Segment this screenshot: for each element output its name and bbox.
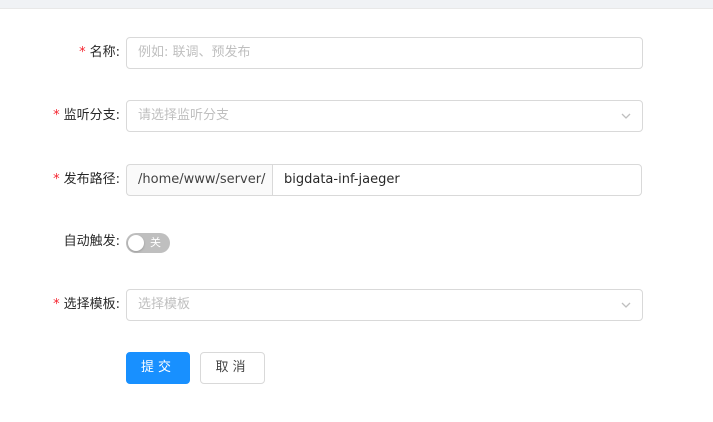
template-select-placeholder: 选择模板	[138, 297, 191, 312]
cancel-button[interactable]: 取消	[200, 352, 265, 384]
deploy-path-input[interactable]: bigdata-inf-jaeger	[272, 164, 642, 196]
required-mark: *	[53, 297, 60, 312]
branch-label: * 监听分支:	[0, 100, 120, 132]
required-mark: *	[53, 108, 60, 123]
template-select[interactable]: 选择模板	[126, 289, 643, 321]
deploy-path-label-text: 发布路径:	[63, 172, 120, 187]
switch-knob	[128, 235, 144, 251]
branch-select-placeholder: 请选择监听分支	[138, 108, 230, 123]
name-label-text: 名称:	[89, 45, 120, 60]
auto-trigger-switch[interactable]: 关	[126, 233, 170, 253]
deploy-path-prefix: /home/www/server/	[126, 164, 272, 196]
top-header-strip	[0, 0, 713, 9]
chevron-down-icon	[621, 302, 631, 308]
deploy-path-label: * 发布路径:	[0, 164, 120, 196]
required-mark: *	[79, 45, 86, 60]
branch-label-text: 监听分支:	[63, 108, 120, 123]
name-label: * 名称:	[0, 37, 120, 69]
form-row-template: * 选择模板: 选择模板	[0, 289, 713, 321]
name-input[interactable]: 例如: 联调、预发布	[126, 37, 643, 69]
switch-state-text: 关	[150, 236, 161, 249]
template-label: * 选择模板:	[0, 289, 120, 321]
auto-trigger-label: 自动触发:	[63, 234, 120, 249]
form-row-name: * 名称: 例如: 联调、预发布	[0, 37, 713, 69]
form-row-auto-trigger: 自动触发: 关	[0, 226, 713, 258]
submit-button[interactable]: 提交	[126, 352, 190, 384]
chevron-down-icon	[621, 113, 631, 119]
name-input-placeholder: 例如: 联调、预发布	[138, 45, 251, 60]
form-row-branch: * 监听分支: 请选择监听分支	[0, 100, 713, 132]
template-label-text: 选择模板:	[63, 297, 120, 312]
branch-select[interactable]: 请选择监听分支	[126, 100, 643, 132]
deploy-path-input-group: /home/www/server/ bigdata-inf-jaeger	[126, 164, 642, 196]
form-row-deploy-path: * 发布路径: /home/www/server/ bigdata-inf-jae…	[0, 164, 713, 196]
required-mark: *	[53, 172, 60, 187]
